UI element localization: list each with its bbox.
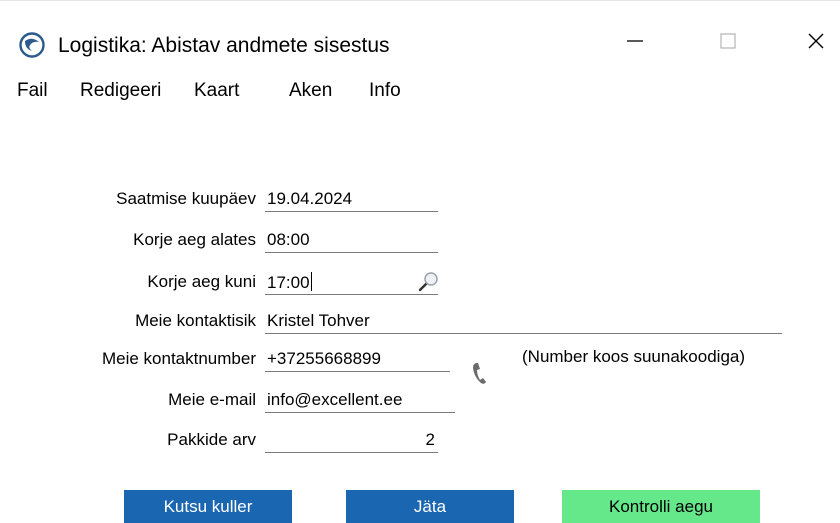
- app-logo-icon: [19, 32, 45, 58]
- magnifier-icon[interactable]: [416, 270, 440, 299]
- maximize-button[interactable]: [704, 21, 752, 65]
- menu-item-aken[interactable]: Aken: [289, 80, 332, 102]
- close-button[interactable]: [792, 21, 840, 65]
- phone-icon[interactable]: [471, 361, 489, 392]
- dialog-window: Logistika: Abistav andmete sisestus Fail…: [0, 0, 840, 523]
- menu-bar: Fail Redigeeri Kaart Aken Info: [0, 76, 840, 106]
- menu-item-fail[interactable]: Fail: [17, 80, 48, 102]
- call-courier-button[interactable]: Kutsu kuller: [124, 490, 292, 523]
- shipping-date-field[interactable]: 19.04.2024: [265, 186, 438, 212]
- contact-person-label: Meie kontaktisik: [135, 311, 256, 330]
- minimize-icon: [625, 31, 645, 56]
- package-count-field[interactable]: 2: [265, 427, 438, 453]
- title-bar: Logistika: Abistav andmete sisestus: [0, 1, 840, 71]
- phone-format-note: (Number koos suunakoodiga): [522, 347, 746, 366]
- email-label: Meie e-mail: [168, 390, 256, 409]
- package-count-value: 2: [425, 430, 435, 449]
- contact-number-label: Meie kontaktnumber: [101, 349, 256, 368]
- minimize-button[interactable]: [611, 21, 659, 65]
- shipping-date-value: 19.04.2024: [267, 189, 353, 208]
- pickup-start-value: 08:00: [267, 230, 310, 249]
- text-cursor: [310, 272, 312, 291]
- email-field[interactable]: info@excellent.ee: [265, 387, 455, 413]
- skip-button[interactable]: Jäta: [346, 490, 514, 523]
- email-value: info@excellent.ee: [267, 390, 403, 409]
- package-count-label: Pakkide arv: [167, 430, 256, 449]
- contact-number-field[interactable]: +37255668899: [265, 346, 450, 372]
- menu-item-redigeeri[interactable]: Redigeeri: [80, 80, 161, 102]
- maximize-icon: [718, 31, 738, 56]
- pickup-end-field[interactable]: 17:00: [265, 269, 438, 295]
- close-icon: [806, 31, 826, 56]
- window-title: Logistika: Abistav andmete sisestus: [58, 34, 390, 57]
- contact-person-field[interactable]: Kristel Tohver: [265, 308, 782, 334]
- menu-item-kaart[interactable]: Kaart: [194, 80, 239, 102]
- check-times-button[interactable]: Kontrolli aegu: [562, 490, 760, 523]
- pickup-end-value: 17:00: [267, 273, 310, 292]
- menu-item-info[interactable]: Info: [369, 80, 401, 102]
- pickup-end-label: Korje aeg kuni: [147, 272, 256, 291]
- contact-number-value: +37255668899: [267, 349, 381, 368]
- pickup-start-field[interactable]: 08:00: [265, 227, 438, 253]
- shipping-date-label: Saatmise kuupäev: [116, 189, 256, 208]
- contact-person-value: Kristel Tohver: [267, 311, 370, 330]
- pickup-start-label: Korje aeg alates: [133, 230, 256, 249]
